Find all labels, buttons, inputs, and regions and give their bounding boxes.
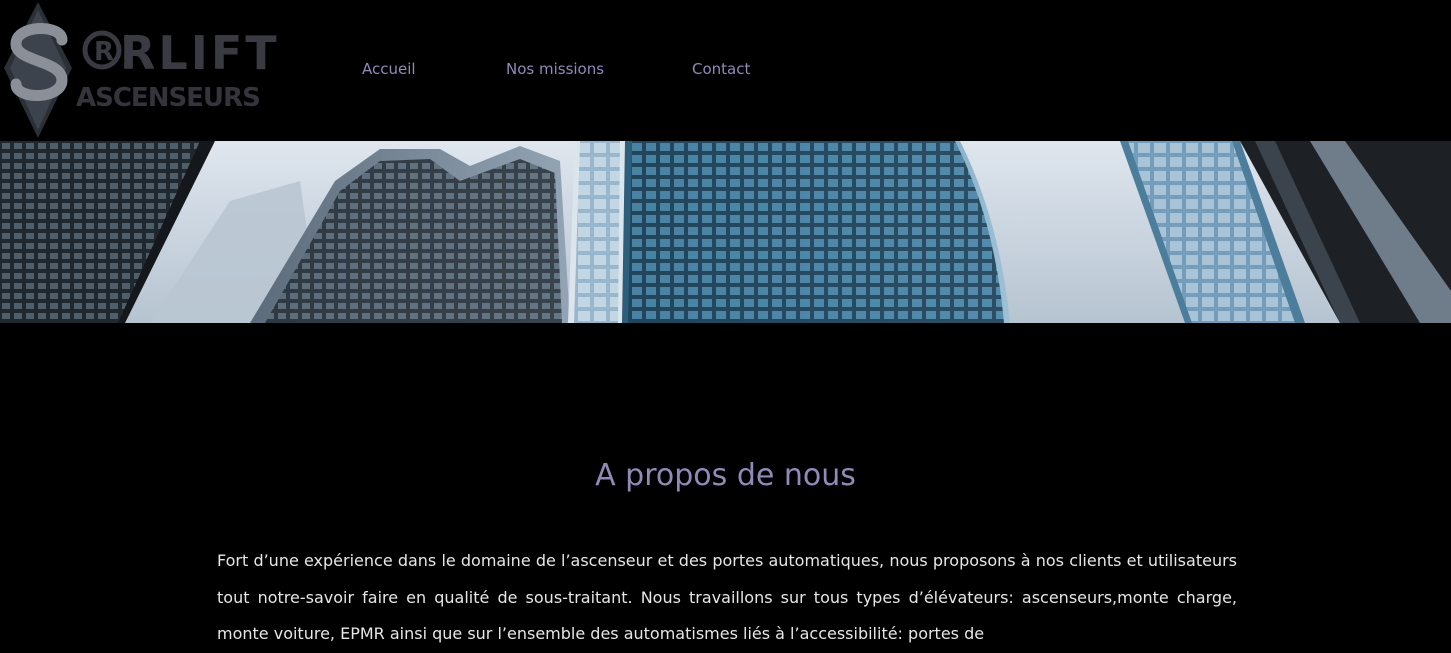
logo-emblem-icon: R <box>4 2 122 138</box>
hero-banner-image <box>0 141 1451 323</box>
site-header: R RLIFT ASCENSEURS Accueil Nos missions … <box>0 0 1451 141</box>
about-title: A propos de nous <box>595 458 856 493</box>
site-logo[interactable]: R RLIFT ASCENSEURS <box>2 0 277 141</box>
nav-link-accueil[interactable]: Accueil <box>362 60 416 78</box>
nav-link-contact[interactable]: Contact <box>692 60 750 78</box>
logo-name-bottom: ASCENSEURS <box>76 83 261 113</box>
logo-name-top: RLIFT <box>120 26 280 80</box>
svg-text:R: R <box>94 37 114 67</box>
about-paragraph: Fort d’une expérience dans le domaine de… <box>217 551 1237 643</box>
nav-link-nos-missions[interactable]: Nos missions <box>506 60 604 78</box>
